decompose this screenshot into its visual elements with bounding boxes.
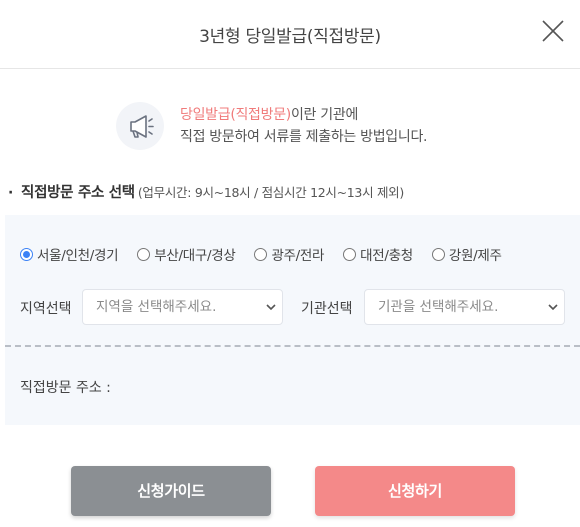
region-select-placeholder: 지역을 선택해주세요. xyxy=(96,299,217,315)
radio-region-3[interactable]: 대전/충청 xyxy=(343,244,413,264)
radio-indicator[interactable] xyxy=(20,247,33,261)
dashed-divider xyxy=(5,345,580,347)
radio-label: 강원/제주 xyxy=(448,248,502,264)
intro-line2: 직접 방문하여 서류를 제출하는 방법입니다. xyxy=(180,129,428,145)
radio-region-1[interactable]: 부산/대구/경상 xyxy=(137,244,236,264)
radio-region-0[interactable]: 서울/인천/경기 xyxy=(20,244,119,264)
radio-region-2[interactable]: 광주/전라 xyxy=(254,244,324,264)
address-label: 직접방문 주소 : xyxy=(20,380,111,396)
address-panel: 서울/인천/경기 부산/대구/경상 광주/전라 대전/충청 강원/제주 지역선택… xyxy=(5,215,580,425)
region-select[interactable]: 지역을 선택해주세요. xyxy=(82,289,283,325)
region-select-label: 지역선택 xyxy=(20,301,72,317)
radio-label: 대전/충청 xyxy=(360,248,413,264)
guide-button[interactable]: 신청가이드 xyxy=(71,466,271,516)
radio-label: 광주/전라 xyxy=(271,248,325,264)
agency-select-placeholder: 기관을 선택해주세요. xyxy=(378,299,499,315)
radio-indicator[interactable] xyxy=(254,247,268,261)
radio-indicator[interactable] xyxy=(343,247,357,261)
chevron-down-icon xyxy=(548,304,558,311)
intro-text: 당일발급(직접방문)이란 기관에 직접 방문하여 서류를 제출하는 방법입니다. xyxy=(180,104,428,148)
region-radio-group: 서울/인천/경기 부산/대구/경상 광주/전라 대전/충청 강원/제주 xyxy=(20,244,502,264)
section-bullet: · xyxy=(8,185,14,201)
business-hours: (업무시간: 9시~18시 / 점심시간 12시~13시 제외) xyxy=(137,185,404,200)
chevron-down-icon xyxy=(266,304,276,311)
agency-select-label: 기관선택 xyxy=(301,301,353,317)
close-icon[interactable] xyxy=(540,18,566,44)
section-heading: 직접방문 주소 선택 xyxy=(21,185,135,201)
agency-select[interactable]: 기관을 선택해주세요. xyxy=(364,289,565,325)
megaphone-icon xyxy=(116,102,164,150)
intro-line1: 이란 기관에 xyxy=(290,107,359,123)
dialog-title: 3년형 당일발급(직접방문) xyxy=(199,27,381,47)
radio-indicator[interactable] xyxy=(431,247,445,261)
radio-label: 부산/대구/경상 xyxy=(154,248,236,264)
radio-label: 서울/인천/경기 xyxy=(37,248,119,264)
dialog-header: 3년형 당일발급(직접방문) xyxy=(0,0,580,69)
intro-highlight: 당일발급(직접방문) xyxy=(180,107,291,123)
section-title: · 직접방문 주소 선택 (업무시간: 9시~18시 / 점심시간 12시~13시 … xyxy=(8,181,404,202)
intro-box: 당일발급(직접방문)이란 기관에 직접 방문하여 서류를 제출하는 방법입니다. xyxy=(116,98,536,154)
radio-region-4[interactable]: 강원/제주 xyxy=(431,244,502,264)
radio-indicator[interactable] xyxy=(137,247,151,261)
apply-button[interactable]: 신청하기 xyxy=(315,466,515,516)
